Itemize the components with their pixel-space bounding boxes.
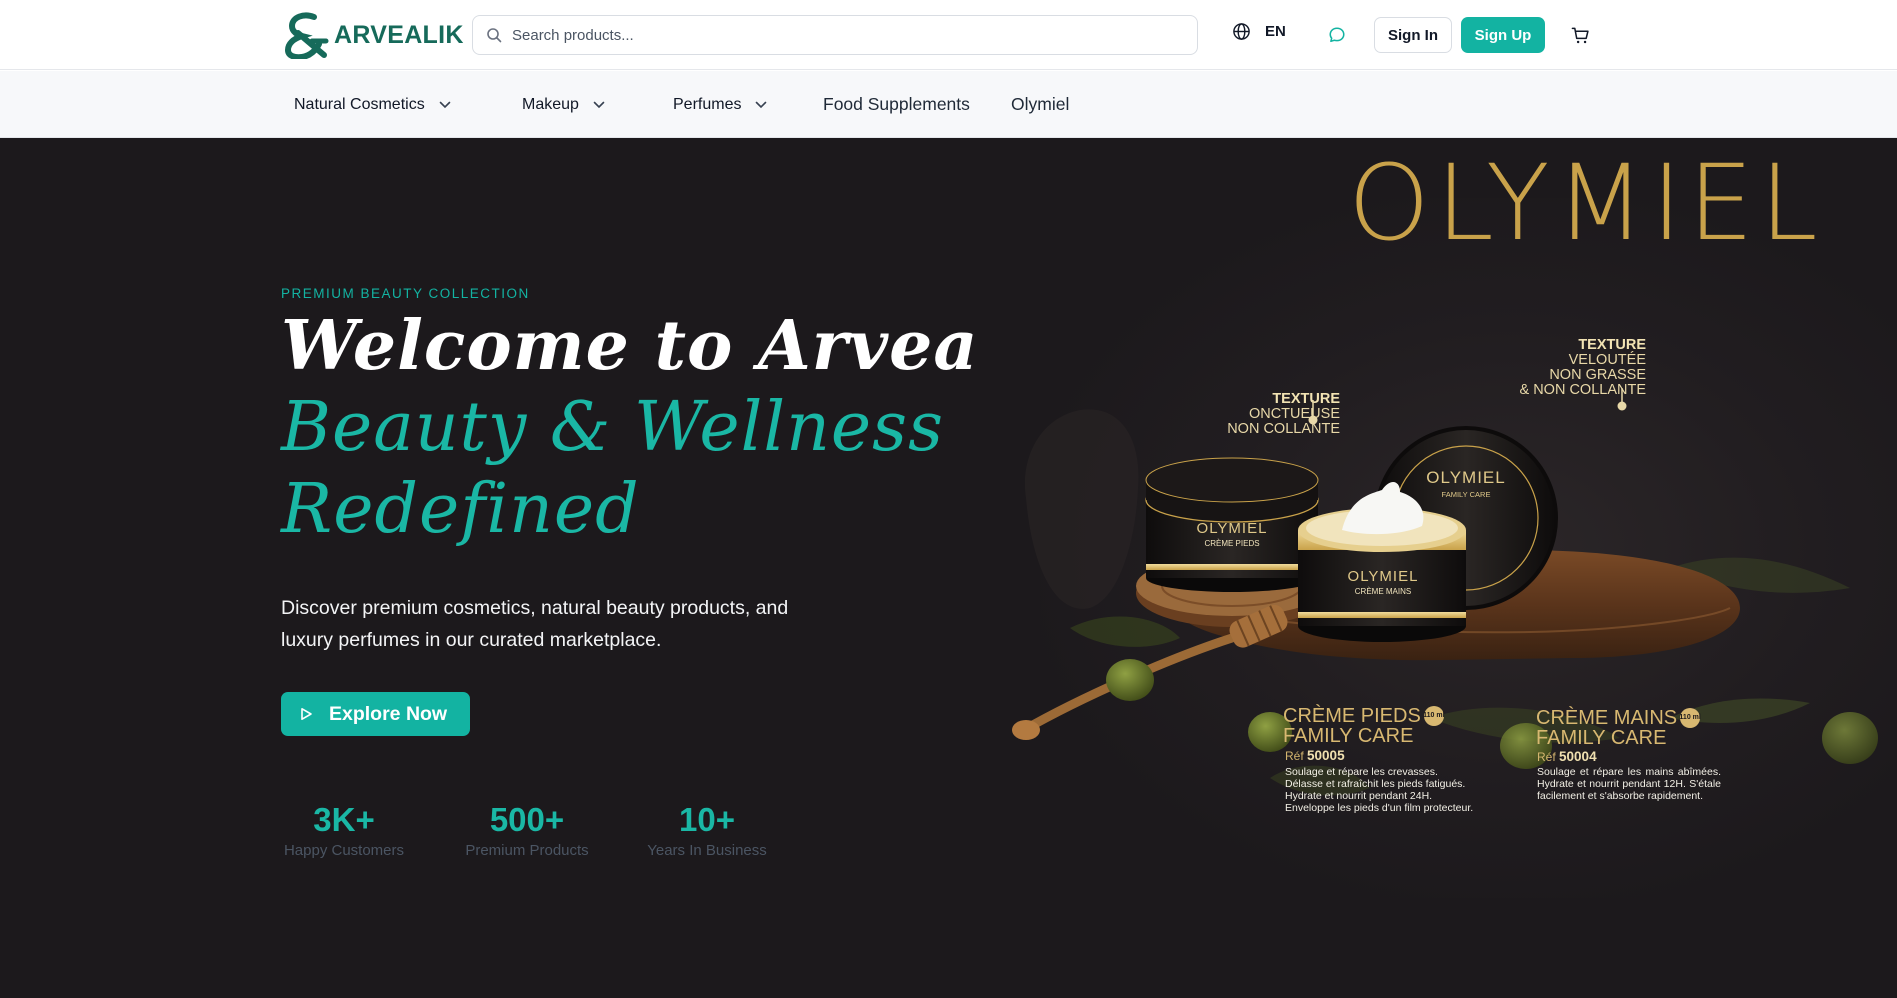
product1-description: Soulage et répare les crevasses. Délasse… [1285, 766, 1474, 814]
stat-happy-customers: 3K+ Happy Customers [281, 801, 407, 860]
search-bar[interactable] [472, 15, 1198, 55]
nav-label: Olymiel [1011, 94, 1070, 114]
category-nav: Natural Cosmetics Makeup Perfumes Food S… [0, 71, 1897, 138]
cart-button[interactable] [1570, 25, 1590, 45]
sign-in-button[interactable]: Sign In [1374, 17, 1452, 53]
jar-brand: OLYMIEL [1196, 520, 1268, 537]
explore-now-button[interactable]: Explore Now [281, 692, 470, 736]
hero-headline-line1: Welcome to Arvea [281, 306, 979, 386]
page: ARVEALIK EN Sign In Sign Up [0, 0, 1897, 998]
stat-value: 10+ [679, 801, 735, 838]
hero-headline-line2: Beauty & Wellness [281, 388, 944, 467]
hero-description: Discover premium cosmetics, natural beau… [281, 597, 789, 651]
hero-headline-line3: Redefined [281, 470, 640, 549]
product2-description: Soulage et répare les mains abîmées. Hyd… [1537, 766, 1721, 802]
stat-label: Years In Business [647, 842, 767, 859]
product1-ref: Réf 50005 [1285, 748, 1345, 763]
jar-brand: OLYMIEL [1347, 568, 1419, 585]
stat-years-in-business: 10+ Years In Business [645, 801, 769, 860]
ref-number: 50005 [1307, 748, 1345, 763]
chevron-down-icon [756, 101, 767, 108]
stat-label: Happy Customers [283, 842, 405, 859]
jar-label-hand-cream: OLYMIEL CRÈME MAINS [1328, 568, 1438, 596]
chevron-down-icon [593, 101, 605, 108]
play-icon [301, 708, 312, 720]
volume-badge: 110 ml [1423, 706, 1445, 726]
nav-item-food-supplements[interactable]: Food Supplements [823, 71, 970, 138]
jar-lid-label: OLYMIEL FAMILY CARE [1416, 468, 1516, 499]
hero-kicker: PREMIUM BEAUTY COLLECTION [281, 286, 530, 301]
chat-icon [1329, 27, 1345, 43]
top-header: ARVEALIK EN Sign In Sign Up [0, 0, 1897, 70]
product1-title: CRÈME PIEDS 110 ml FAMILY CARE [1283, 705, 1445, 747]
chevron-down-icon [439, 101, 451, 108]
nav-label: Perfumes [673, 95, 742, 113]
language-selector[interactable]: EN [1232, 22, 1286, 41]
jar-subline: FAMILY CARE [1441, 490, 1491, 499]
explore-now-label: Explore Now [329, 702, 448, 725]
product1-title-line1: CRÈME PIEDS [1283, 705, 1421, 727]
nav-label: Natural Cosmetics [294, 95, 425, 113]
stat-value: 500+ [489, 801, 565, 838]
jar-brand: OLYMIEL [1426, 468, 1506, 487]
nav-item-natural-cosmetics[interactable]: Natural Cosmetics [294, 71, 451, 138]
nav-label: Makeup [522, 95, 579, 113]
jar-label-foot-cream: OLYMIEL CRÈME PIEDS [1176, 520, 1288, 548]
nav-item-makeup[interactable]: Makeup [522, 71, 605, 138]
jar-product-name: CRÈME MAINS [1354, 587, 1412, 596]
ref-label: Réf [1285, 749, 1304, 763]
volume-badge: 110 ml [1679, 708, 1701, 728]
nav-item-olymiel[interactable]: Olymiel [1011, 71, 1069, 138]
nav-label: Food Supplements [823, 94, 970, 114]
product2-title-line2: FAMILY CARE [1536, 727, 1667, 749]
olymiel-product-banner[interactable]: OLYMIEL TEXTURE ONCTUEUSE NON COLLANTE T… [970, 138, 1897, 998]
globe-icon [1233, 23, 1250, 40]
ref-label: Réf [1537, 750, 1556, 764]
product2-title: CRÈME MAINS 110 ml FAMILY CARE [1536, 707, 1701, 749]
search-icon [487, 28, 502, 43]
chat-button[interactable] [1327, 25, 1347, 45]
hero-section: PREMIUM BEAUTY COLLECTION Welcome to Arv… [0, 138, 1897, 998]
language-code: EN [1265, 23, 1286, 40]
ampersand-logo-icon [284, 12, 329, 59]
product2-ref: Réf 50004 [1537, 749, 1597, 764]
ref-number: 50004 [1559, 749, 1597, 764]
stat-premium-products: 500+ Premium Products [461, 801, 593, 860]
cart-icon [1571, 27, 1589, 43]
brand-name: ARVEALIK [334, 20, 464, 49]
sign-up-button[interactable]: Sign Up [1461, 17, 1545, 53]
product2-title-line1: CRÈME MAINS [1536, 707, 1678, 729]
stat-label: Premium Products [465, 842, 589, 859]
brand-logo[interactable]: ARVEALIK [284, 11, 464, 59]
stat-value: 3K+ [313, 801, 375, 838]
search-input[interactable] [512, 26, 1152, 44]
nav-item-perfumes[interactable]: Perfumes [673, 71, 767, 138]
jar-product-name: CRÈME PIEDS [1204, 539, 1260, 548]
product1-title-line2: FAMILY CARE [1283, 725, 1414, 747]
